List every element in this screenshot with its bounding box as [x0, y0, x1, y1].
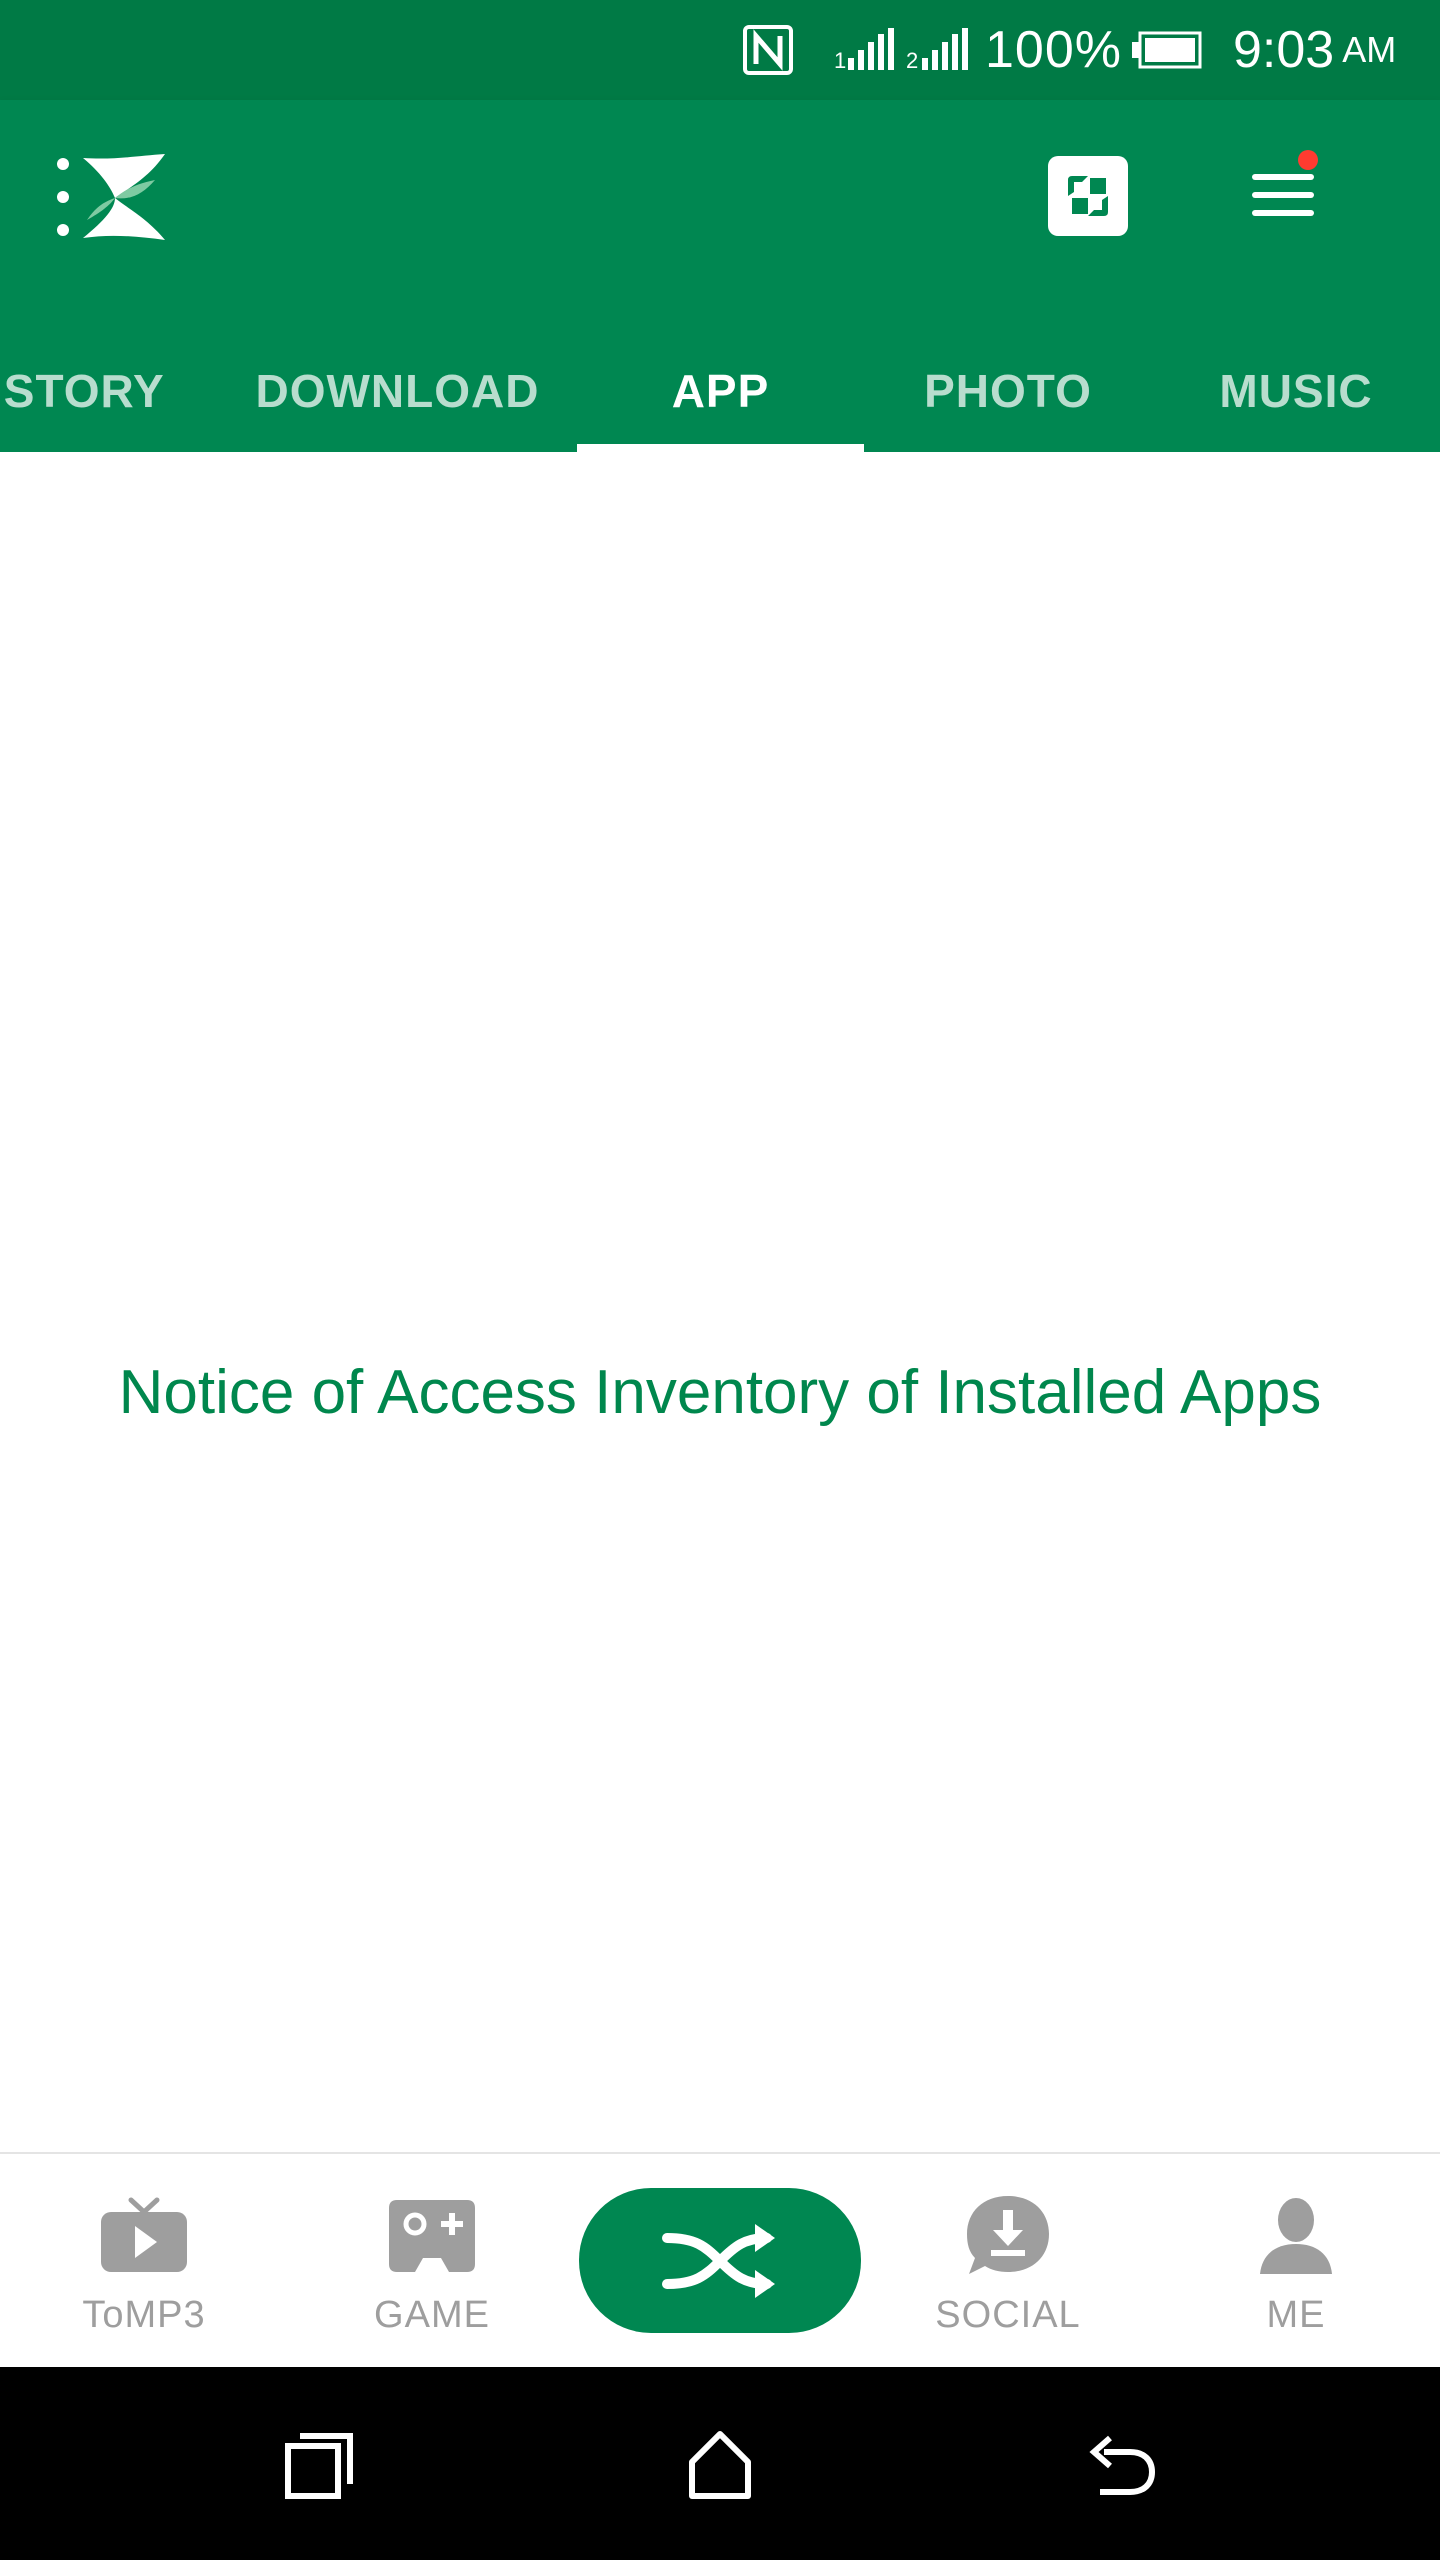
xender-logo-icon[interactable]	[55, 150, 175, 245]
social-download-icon	[958, 2186, 1058, 2286]
tab-bar: ISTORY DOWNLOAD APP PHOTO MUSIC	[0, 330, 1440, 452]
transfer-button[interactable]	[1048, 156, 1128, 236]
back-icon	[1089, 2435, 1156, 2495]
signal-sim1-icon: 1	[834, 0, 894, 100]
active-tab-indicator	[577, 444, 864, 452]
screen: 1 2 100% 9:03 AM ISTORY DOWNLOAD APP PHO…	[0, 0, 1440, 2560]
app-bar: ISTORY DOWNLOAD APP PHOTO MUSIC	[0, 100, 1440, 452]
nav-social-label: SOCIAL	[935, 2294, 1081, 2336]
nav-me-label: ME	[1266, 2294, 1326, 2336]
battery-icon	[1132, 0, 1202, 100]
battery-percent: 100%	[985, 21, 1122, 79]
home-icon	[689, 2431, 751, 2499]
notification-dot	[1298, 150, 1318, 170]
clock-time: 9:03	[1233, 21, 1335, 79]
status-bar: 1 2 100% 9:03 AM	[0, 0, 1440, 100]
tv-play-icon	[94, 2186, 194, 2286]
shuffle-transfer-button[interactable]	[579, 2188, 861, 2333]
transfer-icon	[1068, 176, 1108, 216]
recents-icon	[285, 2433, 353, 2499]
clock-ampm: AM	[1342, 29, 1397, 70]
tab-music[interactable]: MUSIC	[1152, 330, 1440, 452]
tab-music-label: MUSIC	[1219, 365, 1373, 417]
person-icon	[1246, 2186, 1346, 2286]
svg-text:1: 1	[834, 48, 846, 72]
main-content: Notice of Access Inventory of Installed …	[0, 452, 1440, 2152]
nav-game[interactable]: GAME	[288, 2154, 576, 2367]
recents-button[interactable]	[265, 2409, 375, 2519]
tab-app-label: APP	[671, 365, 770, 417]
nfc-icon	[742, 0, 794, 100]
shuffle-icon	[662, 2223, 775, 2298]
tab-photo-label: PHOTO	[924, 365, 1092, 417]
tab-photo[interactable]: PHOTO	[864, 330, 1152, 452]
svg-text:2: 2	[906, 48, 918, 72]
clock: 9:03 AM	[1233, 0, 1396, 100]
nav-tomp3[interactable]: ToMP3	[0, 2154, 288, 2367]
system-nav-bar	[0, 2367, 1440, 2560]
notice-link-text: Notice of Access Inventory of Installed …	[118, 1358, 1322, 1427]
back-button[interactable]	[1065, 2409, 1175, 2519]
tab-download-label: DOWNLOAD	[255, 365, 540, 417]
notice-link[interactable]: Notice of Access Inventory of Installed …	[0, 1357, 1440, 1428]
tab-download[interactable]: DOWNLOAD	[255, 330, 540, 452]
nav-game-label: GAME	[374, 2294, 490, 2336]
signal-sim2-icon: 2	[906, 0, 968, 100]
tab-history[interactable]: ISTORY	[0, 330, 190, 452]
nav-tomp3-label: ToMP3	[82, 2294, 206, 2336]
menu-button[interactable]	[1240, 150, 1330, 240]
nav-me[interactable]: ME	[1152, 2154, 1440, 2367]
home-button[interactable]	[665, 2409, 775, 2519]
gamepad-icon	[382, 2186, 482, 2286]
bottom-nav: ToMP3 GAME SOCIAL ME	[0, 2152, 1440, 2367]
nav-social[interactable]: SOCIAL	[864, 2154, 1152, 2367]
tab-app[interactable]: APP	[577, 330, 864, 452]
tab-history-label: ISTORY	[0, 365, 165, 417]
